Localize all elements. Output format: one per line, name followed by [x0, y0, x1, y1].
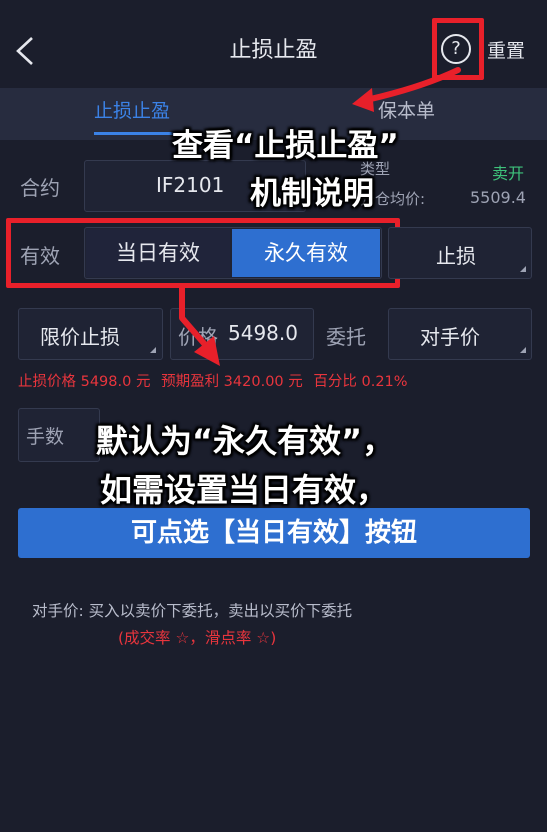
- dropdown-corner-icon: [520, 347, 526, 353]
- validity-highlight-box: [6, 218, 400, 288]
- dropdown-corner-icon: [520, 266, 526, 272]
- contract-value: IF2101: [156, 173, 225, 197]
- stop-price-text: 止损价格 5498.0 元: [18, 374, 151, 390]
- annotation-text-line-1: 查看“止损止盈”: [172, 128, 399, 164]
- entrust-label: 委托: [326, 325, 366, 349]
- fill-rate-note: (成交率 ☆，滑点率 ☆): [118, 629, 277, 647]
- entrust-value: 对手价: [420, 325, 480, 349]
- order-type-value: 限价止损: [40, 325, 120, 349]
- reset-button[interactable]: 重置: [487, 36, 525, 63]
- percent-text: 百分比 0.21%: [313, 374, 408, 390]
- price-value[interactable]: 5498.0: [228, 321, 298, 345]
- price-label: 价格: [178, 325, 218, 349]
- contract-label: 合约: [20, 176, 60, 200]
- quantity-label: 手数: [26, 426, 65, 448]
- annotation-text-line-3: 默认为“永久有效”，: [96, 422, 395, 460]
- open-avg-value: 5509.4: [470, 188, 526, 207]
- stop-type-value: 止损: [436, 244, 476, 268]
- expected-profit-text: 预期盈利 3420.00 元: [161, 374, 303, 390]
- counterparty-price-note: 对手价: 买入以卖价下委托，卖出以买价下委托: [32, 602, 353, 620]
- submit-button[interactable]: 可点选【当日有效】按钮: [18, 508, 530, 558]
- help-highlight-box: [432, 18, 484, 80]
- type-value: 卖开: [492, 164, 525, 183]
- tab-stop-loss-take-profit[interactable]: 止损止盈: [94, 96, 170, 123]
- tab-breakeven-order[interactable]: 保本单: [378, 96, 435, 123]
- dropdown-corner-icon: [150, 347, 156, 353]
- annotation-text-line-2: 机制说明: [250, 176, 374, 212]
- annotation-text-line-4: 如需设置当日有效，: [100, 471, 389, 509]
- stop-summary: 止损价格 5498.0 元 预期盈利 3420.00 元 百分比 0.21%: [18, 370, 414, 391]
